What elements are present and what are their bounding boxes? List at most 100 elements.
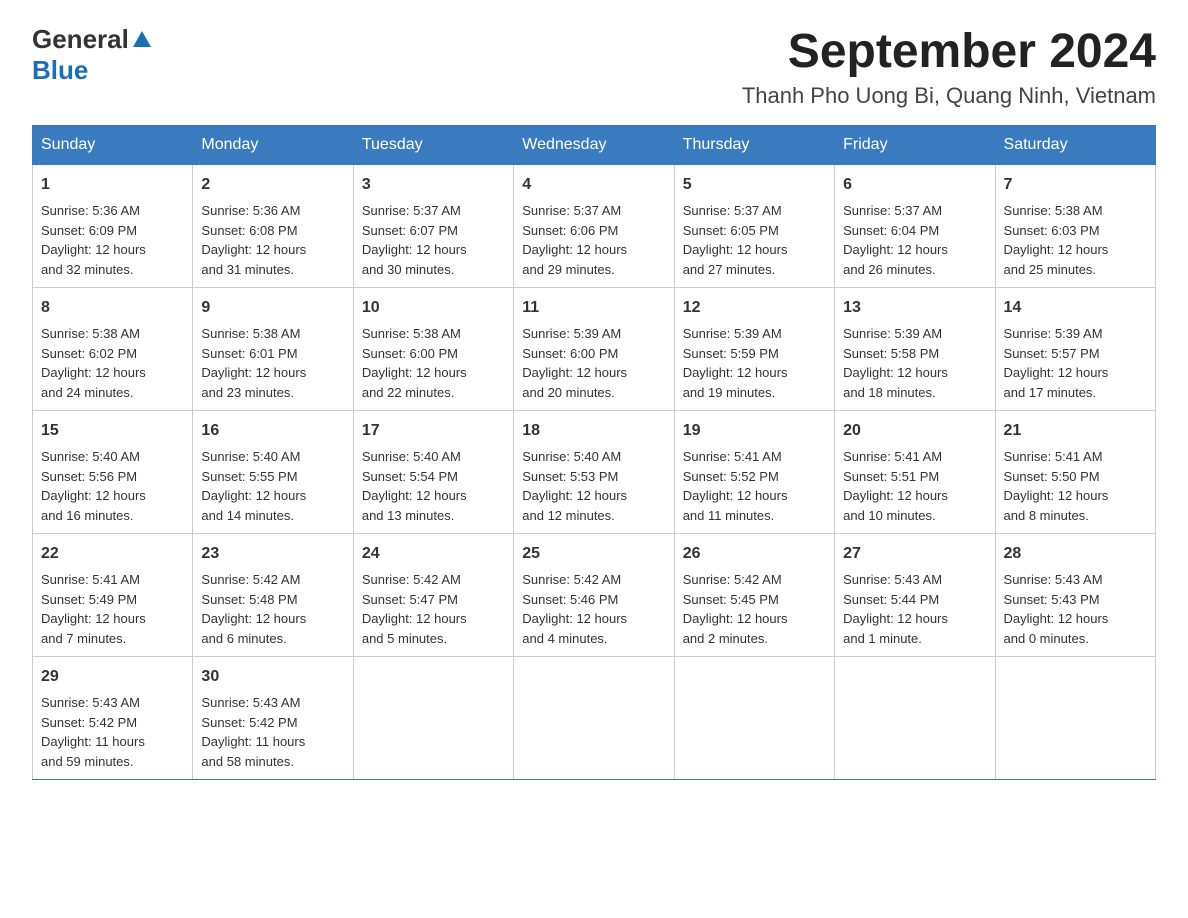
day-number: 8	[41, 296, 184, 320]
day-info: Sunrise: 5:36 AMSunset: 6:08 PMDaylight:…	[201, 203, 306, 277]
calendar-cell	[835, 657, 995, 780]
calendar-cell: 24 Sunrise: 5:42 AMSunset: 5:47 PMDaylig…	[353, 534, 513, 657]
day-info: Sunrise: 5:41 AMSunset: 5:52 PMDaylight:…	[683, 449, 788, 523]
weekday-header-friday: Friday	[835, 126, 995, 165]
day-info: Sunrise: 5:39 AMSunset: 5:57 PMDaylight:…	[1004, 326, 1109, 400]
calendar-cell: 4 Sunrise: 5:37 AMSunset: 6:06 PMDayligh…	[514, 165, 674, 288]
calendar-cell: 23 Sunrise: 5:42 AMSunset: 5:48 PMDaylig…	[193, 534, 353, 657]
calendar-week-row: 15 Sunrise: 5:40 AMSunset: 5:56 PMDaylig…	[33, 411, 1156, 534]
day-info: Sunrise: 5:40 AMSunset: 5:53 PMDaylight:…	[522, 449, 627, 523]
day-info: Sunrise: 5:37 AMSunset: 6:06 PMDaylight:…	[522, 203, 627, 277]
weekday-header-tuesday: Tuesday	[353, 126, 513, 165]
day-info: Sunrise: 5:39 AMSunset: 6:00 PMDaylight:…	[522, 326, 627, 400]
calendar-cell: 22 Sunrise: 5:41 AMSunset: 5:49 PMDaylig…	[33, 534, 193, 657]
weekday-header-monday: Monday	[193, 126, 353, 165]
day-info: Sunrise: 5:42 AMSunset: 5:45 PMDaylight:…	[683, 572, 788, 646]
calendar-cell: 18 Sunrise: 5:40 AMSunset: 5:53 PMDaylig…	[514, 411, 674, 534]
day-number: 30	[201, 665, 344, 689]
day-number: 3	[362, 173, 505, 197]
calendar-cell: 21 Sunrise: 5:41 AMSunset: 5:50 PMDaylig…	[995, 411, 1155, 534]
day-number: 1	[41, 173, 184, 197]
day-number: 14	[1004, 296, 1147, 320]
day-info: Sunrise: 5:42 AMSunset: 5:48 PMDaylight:…	[201, 572, 306, 646]
day-number: 6	[843, 173, 986, 197]
day-number: 21	[1004, 419, 1147, 443]
day-number: 12	[683, 296, 826, 320]
calendar-cell: 16 Sunrise: 5:40 AMSunset: 5:55 PMDaylig…	[193, 411, 353, 534]
day-info: Sunrise: 5:42 AMSunset: 5:46 PMDaylight:…	[522, 572, 627, 646]
calendar-cell	[995, 657, 1155, 780]
calendar-week-row: 1 Sunrise: 5:36 AMSunset: 6:09 PMDayligh…	[33, 165, 1156, 288]
day-info: Sunrise: 5:43 AMSunset: 5:42 PMDaylight:…	[201, 695, 305, 769]
day-info: Sunrise: 5:40 AMSunset: 5:54 PMDaylight:…	[362, 449, 467, 523]
day-info: Sunrise: 5:37 AMSunset: 6:05 PMDaylight:…	[683, 203, 788, 277]
calendar-cell: 13 Sunrise: 5:39 AMSunset: 5:58 PMDaylig…	[835, 288, 995, 411]
day-number: 9	[201, 296, 344, 320]
calendar-week-row: 22 Sunrise: 5:41 AMSunset: 5:49 PMDaylig…	[33, 534, 1156, 657]
day-number: 24	[362, 542, 505, 566]
calendar-cell: 20 Sunrise: 5:41 AMSunset: 5:51 PMDaylig…	[835, 411, 995, 534]
day-number: 10	[362, 296, 505, 320]
day-number: 25	[522, 542, 665, 566]
calendar-cell: 6 Sunrise: 5:37 AMSunset: 6:04 PMDayligh…	[835, 165, 995, 288]
day-info: Sunrise: 5:39 AMSunset: 5:58 PMDaylight:…	[843, 326, 948, 400]
calendar-cell	[674, 657, 834, 780]
title-area: September 2024 Thanh Pho Uong Bi, Quang …	[742, 24, 1156, 109]
day-info: Sunrise: 5:40 AMSunset: 5:55 PMDaylight:…	[201, 449, 306, 523]
day-number: 20	[843, 419, 986, 443]
day-number: 26	[683, 542, 826, 566]
day-number: 27	[843, 542, 986, 566]
day-info: Sunrise: 5:43 AMSunset: 5:42 PMDaylight:…	[41, 695, 145, 769]
day-number: 7	[1004, 173, 1147, 197]
calendar-cell: 27 Sunrise: 5:43 AMSunset: 5:44 PMDaylig…	[835, 534, 995, 657]
day-info: Sunrise: 5:38 AMSunset: 6:03 PMDaylight:…	[1004, 203, 1109, 277]
day-info: Sunrise: 5:42 AMSunset: 5:47 PMDaylight:…	[362, 572, 467, 646]
calendar-cell: 26 Sunrise: 5:42 AMSunset: 5:45 PMDaylig…	[674, 534, 834, 657]
calendar-table: SundayMondayTuesdayWednesdayThursdayFrid…	[32, 125, 1156, 780]
calendar-week-row: 29 Sunrise: 5:43 AMSunset: 5:42 PMDaylig…	[33, 657, 1156, 780]
calendar-cell: 14 Sunrise: 5:39 AMSunset: 5:57 PMDaylig…	[995, 288, 1155, 411]
logo-blue-text: Blue	[32, 55, 88, 85]
day-info: Sunrise: 5:38 AMSunset: 6:01 PMDaylight:…	[201, 326, 306, 400]
logo-triangle-icon	[131, 29, 153, 51]
calendar-cell: 10 Sunrise: 5:38 AMSunset: 6:00 PMDaylig…	[353, 288, 513, 411]
day-number: 5	[683, 173, 826, 197]
day-number: 15	[41, 419, 184, 443]
calendar-cell: 5 Sunrise: 5:37 AMSunset: 6:05 PMDayligh…	[674, 165, 834, 288]
calendar-cell: 29 Sunrise: 5:43 AMSunset: 5:42 PMDaylig…	[33, 657, 193, 780]
day-info: Sunrise: 5:38 AMSunset: 6:00 PMDaylight:…	[362, 326, 467, 400]
calendar-cell: 3 Sunrise: 5:37 AMSunset: 6:07 PMDayligh…	[353, 165, 513, 288]
calendar-cell: 12 Sunrise: 5:39 AMSunset: 5:59 PMDaylig…	[674, 288, 834, 411]
day-number: 11	[522, 296, 665, 320]
day-number: 28	[1004, 542, 1147, 566]
calendar-cell: 8 Sunrise: 5:38 AMSunset: 6:02 PMDayligh…	[33, 288, 193, 411]
day-info: Sunrise: 5:40 AMSunset: 5:56 PMDaylight:…	[41, 449, 146, 523]
calendar-cell: 9 Sunrise: 5:38 AMSunset: 6:01 PMDayligh…	[193, 288, 353, 411]
page-header: General Blue September 2024 Thanh Pho Uo…	[32, 24, 1156, 109]
calendar-cell: 17 Sunrise: 5:40 AMSunset: 5:54 PMDaylig…	[353, 411, 513, 534]
weekday-header-sunday: Sunday	[33, 126, 193, 165]
weekday-header-saturday: Saturday	[995, 126, 1155, 165]
day-info: Sunrise: 5:37 AMSunset: 6:04 PMDaylight:…	[843, 203, 948, 277]
day-info: Sunrise: 5:38 AMSunset: 6:02 PMDaylight:…	[41, 326, 146, 400]
location-subtitle: Thanh Pho Uong Bi, Quang Ninh, Vietnam	[742, 83, 1156, 109]
calendar-cell: 28 Sunrise: 5:43 AMSunset: 5:43 PMDaylig…	[995, 534, 1155, 657]
calendar-cell: 2 Sunrise: 5:36 AMSunset: 6:08 PMDayligh…	[193, 165, 353, 288]
month-title: September 2024	[742, 24, 1156, 79]
day-number: 29	[41, 665, 184, 689]
calendar-cell	[514, 657, 674, 780]
calendar-cell: 25 Sunrise: 5:42 AMSunset: 5:46 PMDaylig…	[514, 534, 674, 657]
calendar-cell: 11 Sunrise: 5:39 AMSunset: 6:00 PMDaylig…	[514, 288, 674, 411]
weekday-header-thursday: Thursday	[674, 126, 834, 165]
weekday-header-row: SundayMondayTuesdayWednesdayThursdayFrid…	[33, 126, 1156, 165]
day-number: 4	[522, 173, 665, 197]
calendar-cell	[353, 657, 513, 780]
day-info: Sunrise: 5:41 AMSunset: 5:49 PMDaylight:…	[41, 572, 146, 646]
calendar-cell: 15 Sunrise: 5:40 AMSunset: 5:56 PMDaylig…	[33, 411, 193, 534]
calendar-cell: 1 Sunrise: 5:36 AMSunset: 6:09 PMDayligh…	[33, 165, 193, 288]
day-info: Sunrise: 5:37 AMSunset: 6:07 PMDaylight:…	[362, 203, 467, 277]
day-number: 2	[201, 173, 344, 197]
calendar-cell: 7 Sunrise: 5:38 AMSunset: 6:03 PMDayligh…	[995, 165, 1155, 288]
day-info: Sunrise: 5:41 AMSunset: 5:51 PMDaylight:…	[843, 449, 948, 523]
calendar-cell: 30 Sunrise: 5:43 AMSunset: 5:42 PMDaylig…	[193, 657, 353, 780]
